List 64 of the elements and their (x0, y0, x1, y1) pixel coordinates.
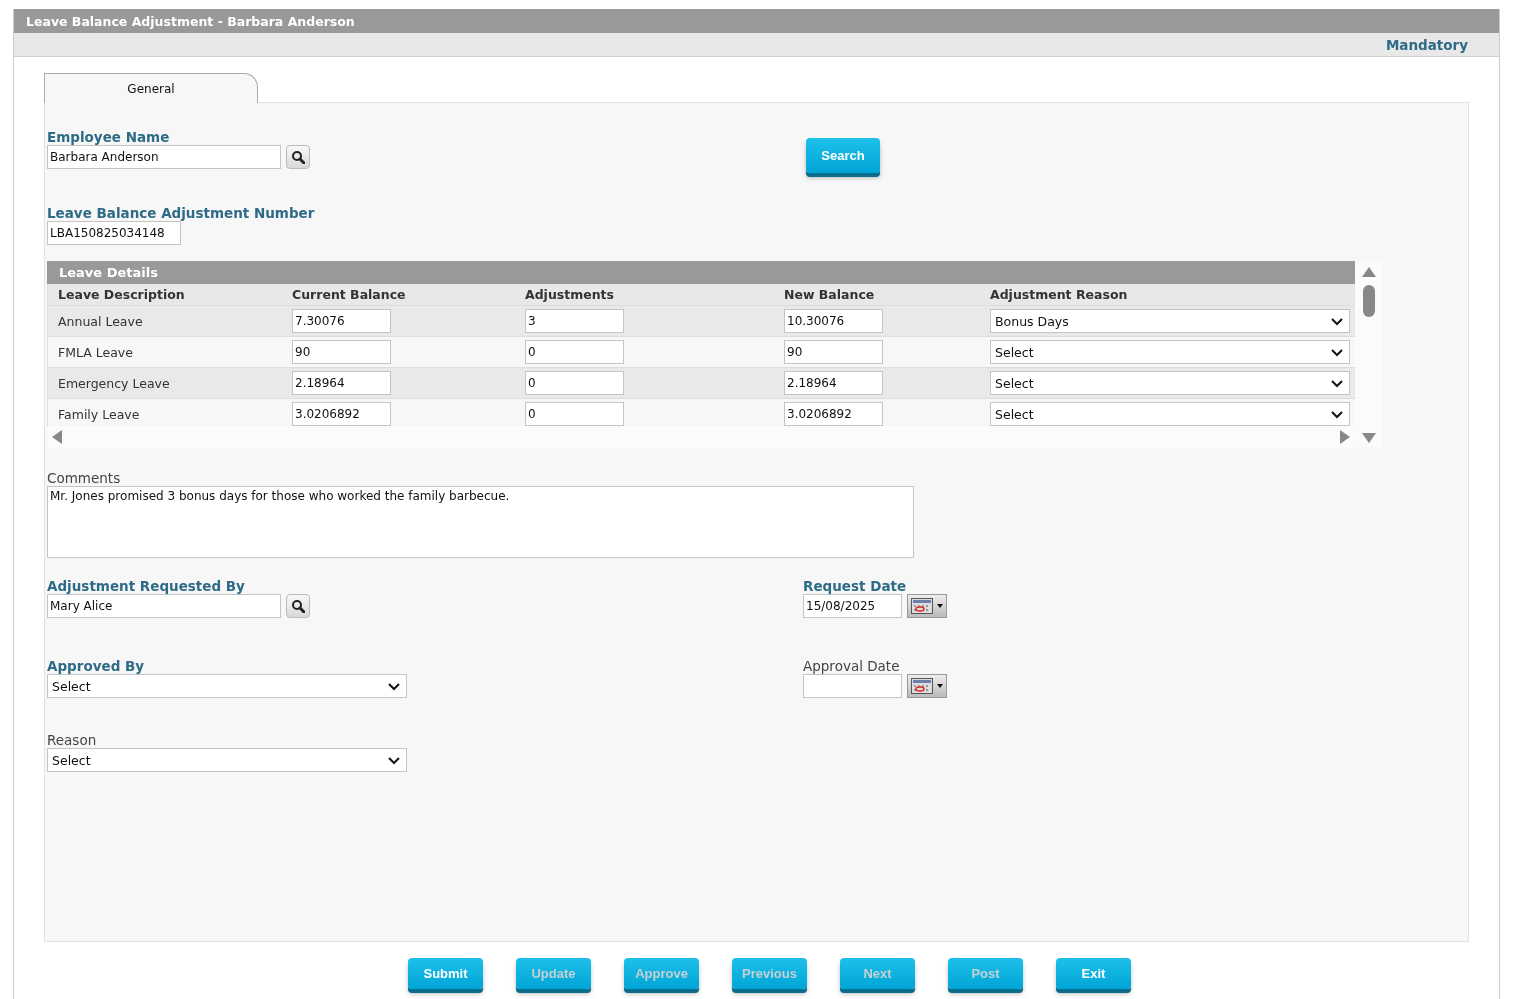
table-cell: Annual Leave (58, 313, 143, 329)
mandatory-note: Mandatory (1385, 36, 1468, 53)
column-header: Adjustment Reason (990, 287, 1129, 302)
input-field[interactable]: Barbara Anderson (47, 145, 281, 169)
scroll-up-icon (1361, 267, 1376, 277)
chevron-down-icon (388, 755, 400, 765)
dropdown[interactable]: Select (990, 371, 1350, 395)
field-label: Leave Balance Adjustment Number (47, 205, 315, 221)
search-button[interactable] (286, 594, 310, 618)
input-field[interactable]: 2.18964 (292, 371, 391, 395)
input-field[interactable]: LBA150825034148 (47, 221, 181, 245)
table-cell: Family Leave (58, 406, 140, 422)
scrollbar-thumb[interactable] (1362, 285, 1375, 317)
input-field[interactable]: 10.30076 (784, 309, 883, 333)
window-title: Leave Balance Adjustment - Barbara Anderson (26, 13, 355, 29)
input-field[interactable]: 3 (525, 309, 624, 333)
chevron-down-icon (1331, 316, 1343, 326)
input-field[interactable]: 15/08/2025 (803, 594, 902, 618)
date-picker-button[interactable] (907, 674, 947, 698)
field-label: Adjustment Requested By (47, 578, 245, 594)
column-header: New Balance (784, 287, 876, 302)
chevron-down-icon (1331, 378, 1343, 388)
dropdown[interactable]: Bonus Days (990, 309, 1350, 333)
calendar-icon (910, 678, 944, 694)
scroll-right-icon (1340, 430, 1350, 444)
column-header: Current Balance (292, 287, 407, 302)
dropdown[interactable]: Select (47, 748, 407, 772)
scroll-left-icon (52, 430, 62, 444)
input-field[interactable]: 3.0206892 (784, 402, 883, 426)
column-header: Leave Description (58, 287, 186, 302)
table-cell: FMLA Leave (58, 344, 133, 360)
field-label: Request Date (803, 578, 907, 594)
table-title: Leave Details (59, 265, 158, 280)
input-field[interactable]: 2.18964 (784, 371, 883, 395)
dropdown[interactable]: Select (990, 402, 1350, 426)
field-label: Comments (47, 470, 121, 486)
calendar-icon (910, 598, 944, 614)
input-field[interactable]: 7.30076 (292, 309, 391, 333)
search-button[interactable] (286, 145, 310, 169)
column-header: Adjustments (525, 287, 616, 302)
search-icon (291, 150, 305, 164)
input-field[interactable]: Mary Alice (47, 594, 281, 618)
input-field[interactable]: 3.0206892 (292, 402, 391, 426)
chevron-down-icon (1331, 347, 1343, 357)
input-field[interactable]: 90 (292, 340, 391, 364)
search-icon (291, 599, 305, 613)
scroll-down-icon (1361, 433, 1376, 443)
chevron-down-icon (388, 681, 400, 691)
input-field[interactable] (803, 674, 902, 698)
field-label: Employee Name (47, 129, 170, 145)
input-field[interactable]: 0 (525, 340, 624, 364)
field-label: Reason (47, 732, 97, 748)
table-cell: Emergency Leave (58, 375, 170, 391)
tab[interactable]: General (44, 73, 258, 103)
input-field[interactable]: 90 (784, 340, 883, 364)
dropdown[interactable]: Select (47, 674, 407, 698)
field-label: Approval Date (803, 658, 900, 674)
chevron-down-icon (1331, 409, 1343, 419)
input-field[interactable]: 0 (525, 402, 624, 426)
dropdown[interactable]: Select (990, 340, 1350, 364)
input-field[interactable]: 0 (525, 371, 624, 395)
field-label: Approved By (47, 658, 145, 674)
comments-field[interactable]: Mr. Jones promised 3 bonus days for those who worked the family barbecue. (47, 486, 914, 558)
date-picker-button[interactable] (907, 594, 947, 618)
